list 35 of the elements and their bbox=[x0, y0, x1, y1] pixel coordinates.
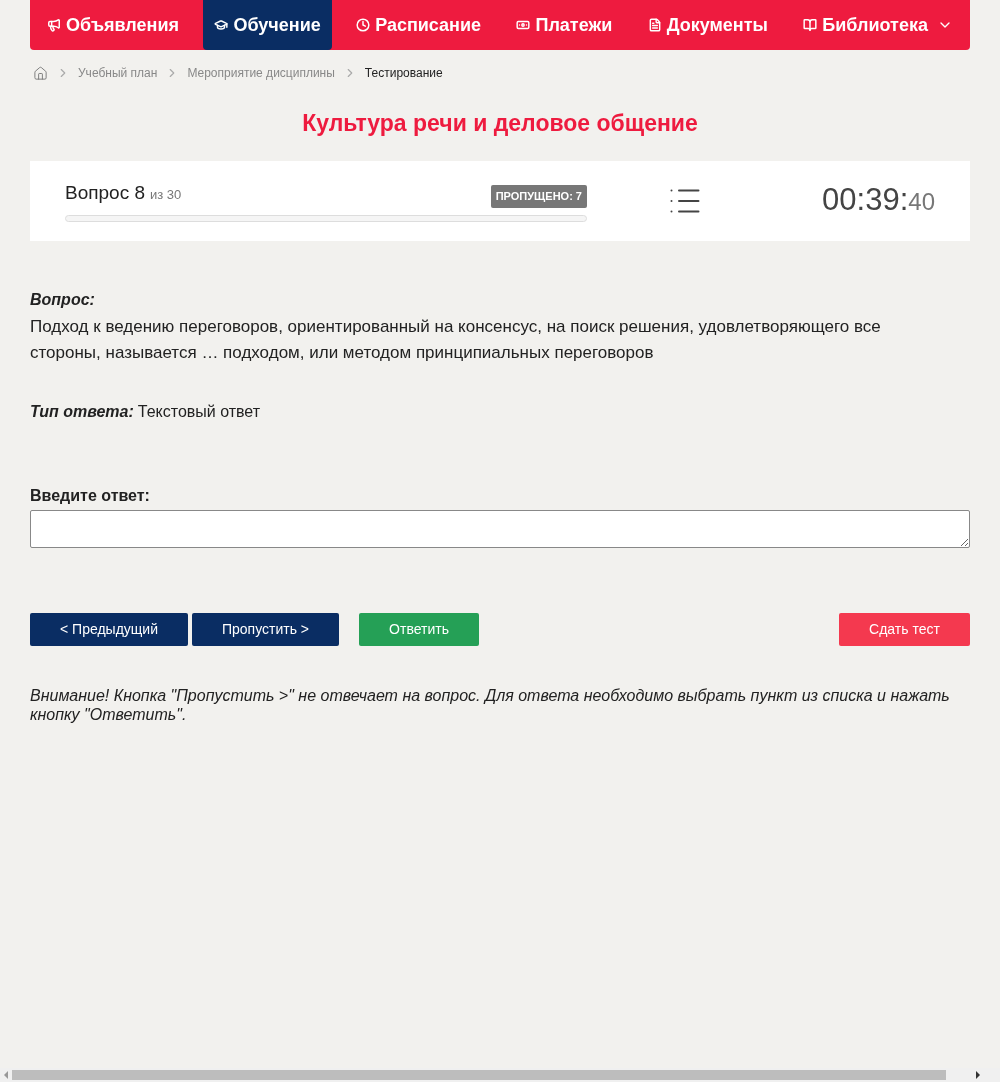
answer-type-label: Тип ответа: bbox=[30, 401, 134, 422]
scroll-right-icon[interactable] bbox=[976, 1071, 980, 1079]
nav-tab[interactable]: Библиотека bbox=[792, 0, 964, 50]
previous-button[interactable]: < Предыдущий bbox=[30, 612, 188, 646]
answer-type-value: Текстовый ответ bbox=[137, 401, 261, 422]
breadcrumb-link[interactable]: Мероприятие дисциплины bbox=[187, 64, 335, 82]
answer-field[interactable] bbox=[30, 509, 970, 548]
nav-tab[interactable]: Расписание bbox=[345, 0, 493, 50]
book-icon bbox=[803, 18, 818, 32]
nav-tab[interactable]: Объявления bbox=[36, 0, 190, 50]
breadcrumb-link[interactable]: Учебный план bbox=[78, 64, 158, 82]
timer-seconds: 40 bbox=[908, 187, 935, 218]
notice-text: Внимание! Кнопка "Пропустить >" не отвечает на вопрос. Для ответа необходимо выбрать пункт из списка и нажать кнопку "Ответить". bbox=[30, 685, 951, 724]
question-number: Вопрос 8 bbox=[65, 181, 145, 206]
scroll-left-icon[interactable] bbox=[4, 1071, 8, 1079]
question-total: из 30 bbox=[150, 186, 182, 205]
question-text: Подход к ведению переговоров, ориентированный на консенсус, на поиск решения, удовлетворяющего все стороны, называется … подходом, или методом принципиальных переговоров bbox=[30, 315, 882, 364]
question-label: Вопрос: bbox=[30, 289, 96, 310]
nav-tab[interactable]: Документы bbox=[636, 0, 779, 50]
answer-label: Введите ответ: bbox=[30, 485, 151, 506]
nav-tab[interactable]: Обучение bbox=[203, 0, 332, 50]
skip-button[interactable]: Пропустить > bbox=[192, 612, 339, 646]
nav-tab[interactable]: Платежи bbox=[505, 0, 624, 50]
home-icon[interactable] bbox=[33, 65, 48, 81]
breadcrumb-link[interactable]: Тестирование bbox=[364, 64, 443, 82]
skipped-badge: ПРОПУЩЕНО: 7 bbox=[490, 185, 587, 208]
megaphone-icon bbox=[47, 18, 61, 32]
answer-button[interactable]: Ответить bbox=[359, 612, 479, 646]
banknote-icon bbox=[516, 18, 531, 32]
timer: 00:39: bbox=[822, 181, 909, 220]
document-icon bbox=[647, 18, 662, 32]
clock-icon bbox=[356, 18, 371, 32]
graduation-cap-icon bbox=[214, 18, 229, 32]
submit-test-button[interactable]: Сдать тест bbox=[839, 612, 970, 646]
page-title: Культура речи и деловое общение bbox=[301, 109, 699, 138]
